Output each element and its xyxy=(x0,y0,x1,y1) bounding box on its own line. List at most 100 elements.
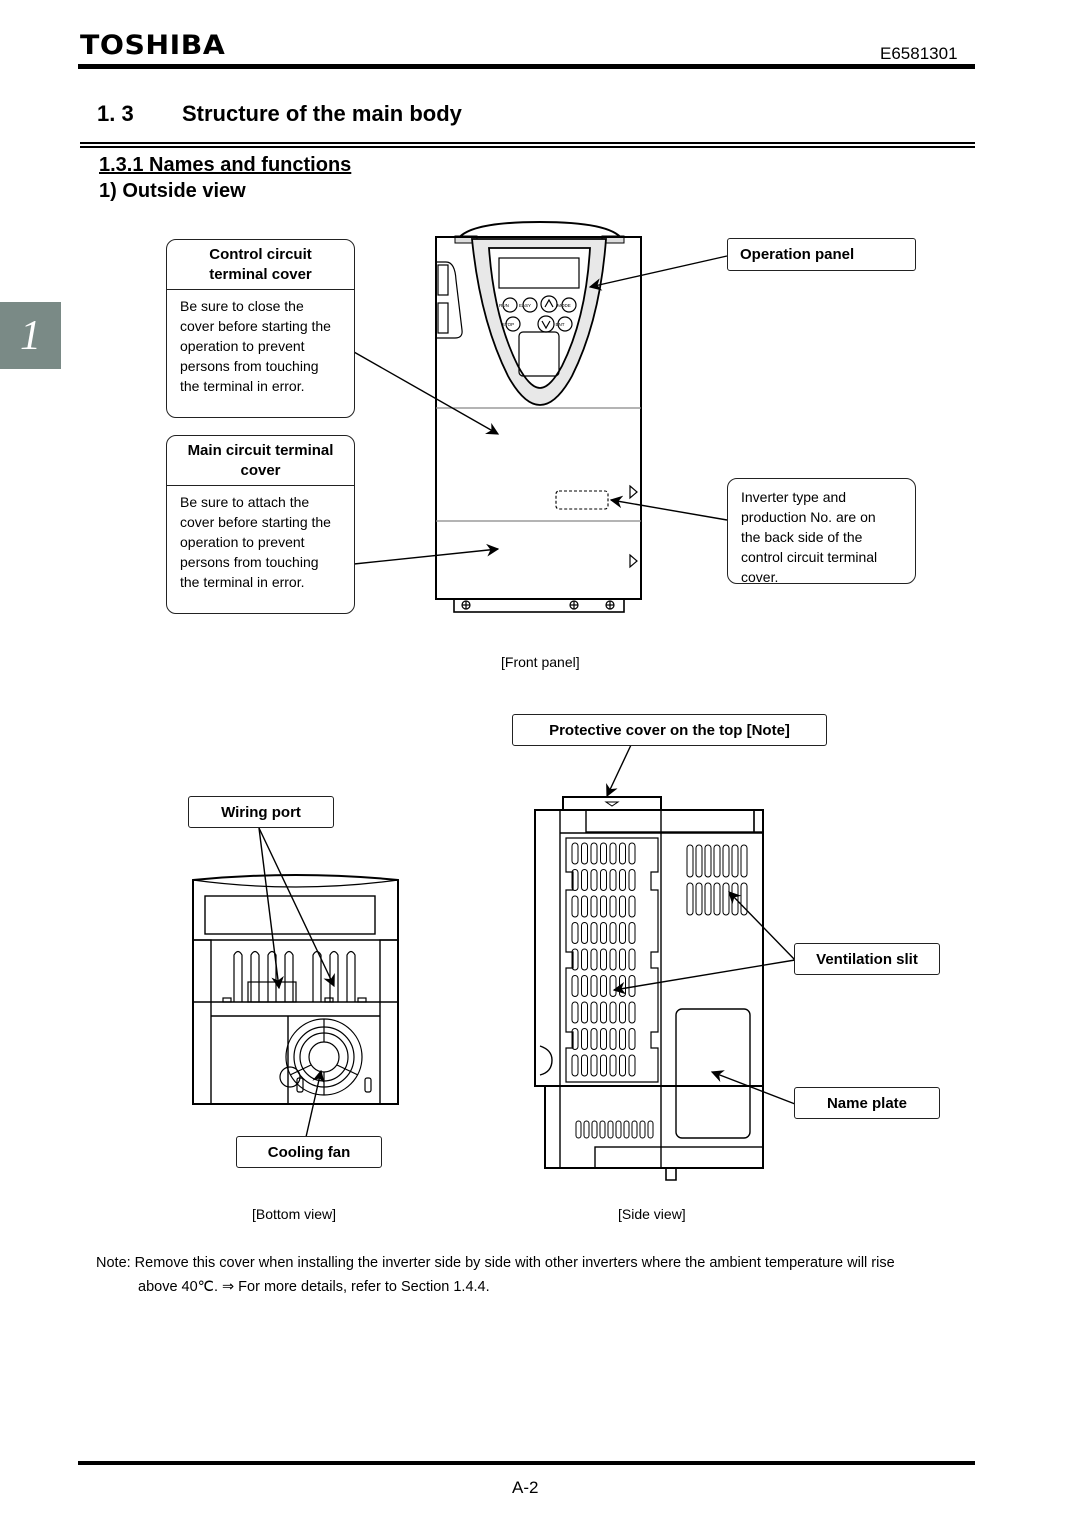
slit xyxy=(581,922,588,944)
slit xyxy=(600,948,607,971)
slit xyxy=(686,844,694,878)
slit xyxy=(590,922,598,944)
slit xyxy=(600,895,607,918)
slit xyxy=(695,882,703,916)
main-circuit-cover-callout: Main circuit terminal cover Be sure to a… xyxy=(166,435,355,614)
slit xyxy=(581,1054,588,1077)
name-plate-label: Name plate xyxy=(794,1087,940,1119)
ventilation-slits xyxy=(571,842,748,1139)
text-line: cover before starting the xyxy=(180,514,331,530)
slit xyxy=(609,842,617,865)
slit xyxy=(575,1120,582,1139)
slit xyxy=(731,844,739,878)
panel-button-ent: ENT xyxy=(556,322,565,327)
drawings-canvas: RUN EASY MODE STOP ENT xyxy=(192,220,796,1181)
cooling-fan-icon xyxy=(279,1018,372,1096)
control-cover-description: Be sure to close the cover before starti… xyxy=(167,290,354,402)
slit xyxy=(609,895,617,918)
slit xyxy=(628,1001,636,1024)
slit xyxy=(623,1120,630,1139)
slit xyxy=(600,869,607,891)
slit xyxy=(619,1001,626,1024)
slit xyxy=(628,1054,636,1077)
slit xyxy=(628,948,636,971)
control-cover-title-line2: terminal cover xyxy=(209,266,312,283)
screw-icons xyxy=(461,600,615,610)
slit xyxy=(619,922,626,944)
slit xyxy=(571,1054,579,1077)
slit xyxy=(619,1054,626,1077)
slit xyxy=(619,948,626,971)
main-cover-title: Main circuit terminal cover xyxy=(167,436,354,486)
slit xyxy=(590,842,598,865)
wiring-port-label: Wiring port xyxy=(188,796,334,828)
slit xyxy=(704,882,712,916)
note-line-2: above 40℃. ⇒ For more details, refer to … xyxy=(138,1279,490,1295)
text-line: the terminal in error. xyxy=(180,378,305,394)
slit xyxy=(590,1054,598,1077)
control-cover-title: Control circuit terminal cover xyxy=(167,240,354,290)
slit xyxy=(609,1028,617,1050)
protective-cover-label: Protective cover on the top [Note] xyxy=(512,714,827,746)
slit xyxy=(590,869,598,891)
slit xyxy=(619,842,626,865)
slit xyxy=(647,1120,654,1139)
note-line-1: Note: Remove this cover when installing … xyxy=(96,1255,895,1271)
text-line: the back side of the xyxy=(741,529,863,545)
slit xyxy=(581,948,588,971)
slit xyxy=(581,975,588,997)
text-line: the terminal in error. xyxy=(180,574,305,590)
slit xyxy=(628,1028,636,1050)
slit xyxy=(571,1001,579,1024)
slit xyxy=(607,1120,614,1139)
main-cover-title-line2: cover xyxy=(240,462,281,479)
slit xyxy=(619,975,626,997)
control-circuit-cover-callout: Control circuit terminal cover Be sure t… xyxy=(166,239,355,418)
slit xyxy=(591,1120,598,1139)
slit xyxy=(628,869,636,891)
panel-button-mode: MODE xyxy=(557,303,571,308)
side-view-caption: [Side view] xyxy=(618,1206,686,1222)
slit xyxy=(590,975,598,997)
operation-panel-label: Operation panel xyxy=(727,238,916,271)
slit xyxy=(628,922,636,944)
text-line: control circuit terminal xyxy=(741,549,878,565)
slit xyxy=(583,1120,590,1139)
slit xyxy=(628,842,636,865)
main-cover-description: Be sure to attach the cover before start… xyxy=(167,486,354,598)
slit xyxy=(619,1028,626,1050)
text-line: persons from touching xyxy=(180,554,319,570)
text-line: cover. xyxy=(741,569,779,584)
slit xyxy=(590,948,598,971)
text-line: operation to prevent xyxy=(180,338,305,354)
text-line: operation to prevent xyxy=(180,534,305,550)
slit xyxy=(571,922,579,944)
text-line: Be sure to close the xyxy=(180,298,304,314)
slit xyxy=(600,922,607,944)
slit xyxy=(600,1001,607,1024)
slit xyxy=(609,1054,617,1077)
front-panel-caption: [Front panel] xyxy=(501,654,580,670)
slit xyxy=(571,842,579,865)
slit xyxy=(600,1028,607,1050)
inverter-type-description: Inverter type and production No. are on … xyxy=(728,479,915,584)
bottom-view-caption: [Bottom view] xyxy=(252,1206,337,1222)
slit xyxy=(581,842,588,865)
page-number: A-2 xyxy=(512,1478,539,1497)
slit xyxy=(581,895,588,918)
slit xyxy=(722,882,730,916)
slit xyxy=(686,882,694,916)
slit xyxy=(628,895,636,918)
slit xyxy=(609,948,617,971)
slit xyxy=(571,895,579,918)
slit xyxy=(639,1120,646,1139)
slit xyxy=(590,1001,598,1024)
slit xyxy=(609,869,617,891)
slit xyxy=(619,869,626,891)
slit xyxy=(609,1001,617,1024)
slit xyxy=(713,882,721,916)
main-cover-title-line1: Main circuit terminal xyxy=(187,442,334,459)
text-line: persons from touching xyxy=(180,358,319,374)
bottom-view-drawing xyxy=(192,874,399,1105)
slit xyxy=(590,895,598,918)
